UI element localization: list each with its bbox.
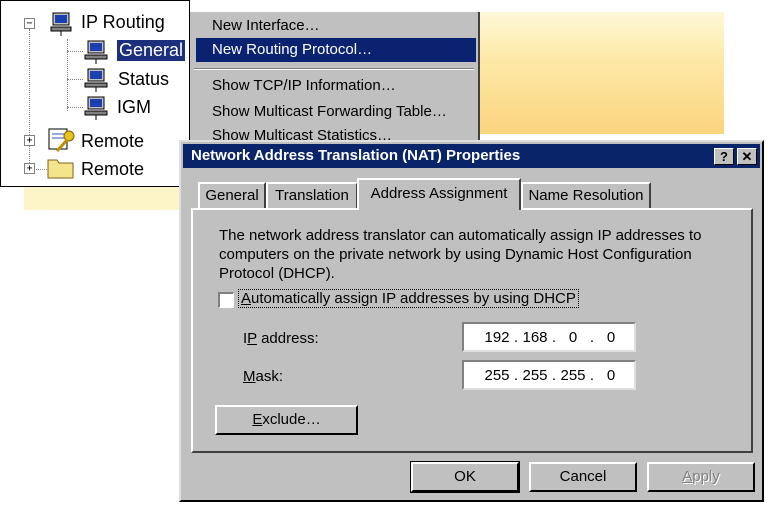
dhcp-checkbox-label[interactable]: Automatically assign IP addresses by usi… (238, 289, 579, 308)
accelerator-key: P (247, 330, 257, 347)
exclude-button[interactable]: Exclude… (215, 405, 358, 435)
close-button[interactable]: ✕ (737, 148, 757, 165)
mask-octet: 0 (606, 366, 616, 384)
tree-item-status[interactable]: Status (118, 69, 169, 90)
octet-separator: . (551, 366, 557, 384)
octet-separator: . (513, 328, 519, 346)
menu-item-show-multicast-forwarding-table[interactable]: Show Multicast Forwarding Table… (196, 100, 476, 124)
tree-item-igm[interactable]: IGM (117, 97, 151, 118)
collapse-toggle[interactable]: − (24, 18, 35, 29)
help-button[interactable]: ? (714, 148, 734, 165)
tree-line (67, 107, 83, 108)
checkbox-label-text: utomatically assign IP addresses by usin… (251, 290, 576, 307)
label-text: ask: (255, 368, 284, 385)
tab-general[interactable]: General (198, 182, 266, 209)
mask-octet: 255 (522, 366, 548, 384)
octet-separator: . (551, 328, 557, 346)
menu-item-show-tcpip-information[interactable]: Show TCP/IP Information… (196, 74, 476, 98)
description-text: The network address translator can autom… (219, 227, 702, 282)
dialog-title: Network Address Translation (NAT) Proper… (191, 147, 521, 164)
tree-line (67, 79, 83, 80)
tree-item-remote-policies[interactable]: Remote (81, 159, 144, 180)
octet-separator: . (513, 366, 519, 384)
label-text: address: (256, 330, 319, 347)
background-strip (24, 183, 184, 210)
octet-separator: . (589, 366, 595, 384)
nat-properties-dialog: Network Address Translation (NAT) Proper… (179, 140, 764, 502)
mask-label: Mask: (243, 368, 283, 385)
accelerator-key: E (252, 411, 263, 428)
accelerator-key: M (243, 368, 256, 385)
expand-toggle[interactable]: + (24, 163, 35, 174)
octet-separator: . (589, 328, 595, 346)
tab-name-resolution[interactable]: Name Resolution (521, 182, 651, 209)
tree-line (29, 29, 30, 169)
menu-separator (194, 68, 474, 70)
tab-translation[interactable]: Translation (266, 182, 358, 209)
network-computer-icon (84, 40, 108, 64)
ok-button[interactable]: OK (410, 461, 520, 493)
button-label: xclude… (262, 411, 321, 428)
context-menu: New Interface… New Routing Protocol… Sho… (190, 12, 480, 144)
tree-item-ip-routing[interactable]: IP Routing (81, 12, 165, 33)
mask-octet: 255 (484, 366, 510, 384)
button-label: pply (692, 468, 720, 485)
key-document-icon (48, 128, 75, 153)
dialog-title-bar[interactable]: Network Address Translation (NAT) Proper… (183, 144, 760, 168)
cancel-button[interactable]: Cancel (529, 462, 637, 492)
tree-line (67, 51, 83, 52)
ip-octet: 0 (568, 328, 578, 346)
tree-item-general[interactable]: General (117, 40, 186, 61)
network-computer-icon (84, 96, 108, 120)
tab-address-assignment[interactable]: Address Assignment (357, 178, 521, 210)
accelerator-key: A (682, 468, 693, 485)
mask-octet: 255 (560, 366, 586, 384)
console-tree: − IP Routing General Status IGM + Remote… (0, 0, 190, 187)
network-computer-icon (84, 68, 108, 92)
expand-toggle[interactable]: + (24, 135, 35, 146)
folder-icon (47, 159, 74, 179)
menu-item-new-routing-protocol[interactable]: New Routing Protocol… (196, 38, 476, 62)
dhcp-checkbox[interactable] (218, 292, 234, 308)
ip-octet: 0 (606, 328, 616, 346)
network-computer-icon (50, 12, 72, 36)
ip-octet: 168 (522, 328, 548, 346)
tree-item-remote-access[interactable]: Remote (81, 131, 144, 152)
apply-button[interactable]: Apply (647, 462, 755, 492)
background-gradient (480, 12, 724, 134)
ip-octet: 192 (484, 328, 510, 346)
ip-address-field[interactable]: 192. 168. 0. 0 (462, 322, 636, 352)
ip-address-label: IP address: (243, 330, 319, 347)
tree-line (67, 39, 68, 111)
menu-item-new-interface[interactable]: New Interface… (196, 14, 476, 38)
accelerator-key: A (241, 290, 252, 307)
subnet-mask-field[interactable]: 255. 255. 255. 0 (462, 360, 636, 390)
